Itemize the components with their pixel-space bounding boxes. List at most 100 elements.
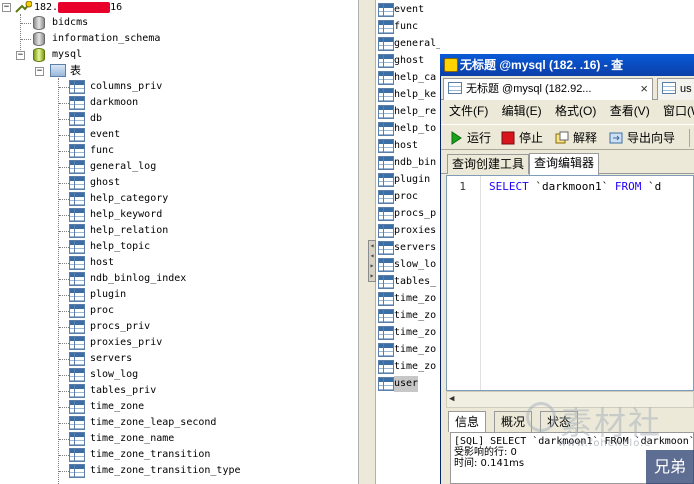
tree-table-item[interactable]: servers — [90, 351, 132, 367]
list-item[interactable]: general_log — [394, 36, 440, 52]
stop-button[interactable]: 停止 — [499, 125, 544, 149]
table-icon — [378, 20, 394, 34]
tree-db-mysql[interactable]: mysql — [52, 47, 82, 63]
tree-table-item[interactable]: columns_priv — [90, 79, 162, 95]
tree-table-item[interactable]: procs_priv — [90, 319, 150, 335]
list-item[interactable]: help_to — [394, 121, 436, 137]
tree-table-item[interactable]: time_zone_transition — [90, 447, 210, 463]
tree-table-item[interactable]: time_zone_name — [90, 431, 174, 447]
table-icon — [69, 384, 85, 398]
tab-query-editor[interactable]: 查询编辑器 — [529, 153, 600, 175]
connection-label[interactable]: 182. 16 — [34, 0, 122, 16]
tab-user[interactable]: us — [657, 78, 694, 100]
tree-table-item[interactable]: help_keyword — [90, 207, 162, 223]
list-item[interactable]: host — [394, 138, 418, 154]
list-item[interactable]: procs_p — [394, 206, 436, 222]
tree-guide-line — [59, 231, 69, 232]
list-item[interactable]: func — [394, 19, 418, 35]
tree-guide-line — [59, 151, 69, 152]
tree-table-item[interactable]: proxies_priv — [90, 335, 162, 351]
list-item[interactable]: tables_ — [394, 274, 436, 290]
sql-editor[interactable]: 1 SELECT `darkmoon1` FROM `d — [446, 175, 694, 391]
tree-guide-line — [59, 439, 69, 440]
message-line-affected: 受影响的行: 0 — [454, 447, 517, 458]
collapse-connection-icon[interactable]: − — [2, 3, 11, 12]
tree-table-item[interactable]: time_zone_leap_second — [90, 415, 216, 431]
editor-horizontal-scrollbar[interactable]: ◀ — [446, 391, 694, 408]
editor-mode-tabs: 查询创建工具 查询编辑器 — [441, 152, 694, 175]
list-item[interactable]: ghost — [394, 53, 424, 69]
menu-edit[interactable]: 编辑(E) — [502, 104, 542, 118]
table-icon — [378, 122, 394, 136]
tree-table-item[interactable]: host — [90, 255, 114, 271]
list-item[interactable]: help_re — [394, 104, 436, 120]
tree-table-item[interactable]: func — [90, 143, 114, 159]
table-icon — [69, 352, 85, 366]
menu-window[interactable]: 窗口(W) — [663, 104, 694, 118]
tree-table-item[interactable]: time_zone — [90, 399, 144, 415]
tree-table-item[interactable]: db — [90, 111, 102, 127]
menu-format[interactable]: 格式(O) — [555, 104, 596, 118]
tab-untitled-query[interactable]: 无标题 @mysql (182.92... × — [443, 78, 653, 100]
list-item[interactable]: slow_lo — [394, 257, 436, 273]
scroll-left-icon[interactable]: ◀ — [449, 394, 460, 405]
menu-view[interactable]: 查看(V) — [610, 104, 650, 118]
list-item[interactable]: time_zo — [394, 342, 436, 358]
list-item[interactable]: ndb_bin — [394, 155, 436, 171]
redacted-ip-block — [58, 1, 111, 13]
tab-query-builder[interactable]: 查询创建工具 — [447, 154, 530, 174]
stop-button-label: 停止 — [519, 131, 544, 145]
close-tab-icon[interactable]: × — [640, 79, 648, 99]
query-window-app-icon — [444, 58, 458, 72]
tree-table-item[interactable]: tables_priv — [90, 383, 156, 399]
tree-table-item[interactable]: event — [90, 127, 120, 143]
table-icon — [69, 448, 85, 462]
tree-guide-line — [59, 375, 69, 376]
tree-table-item[interactable]: help_category — [90, 191, 168, 207]
table-icon — [378, 377, 394, 391]
list-item[interactable]: servers — [394, 240, 436, 256]
list-item[interactable]: help_ca — [394, 70, 436, 86]
tree-table-item[interactable]: help_topic — [90, 239, 150, 255]
query-window-title[interactable]: 无标题 @mysql (182. .16) - 查 — [440, 54, 694, 76]
tree-table-item[interactable]: ghost — [90, 175, 120, 191]
tree-guide-line — [59, 327, 69, 328]
tab-status[interactable]: 状态 — [540, 411, 579, 432]
list-item[interactable]: time_zo — [394, 291, 436, 307]
database-icon — [33, 32, 45, 46]
list-item[interactable]: proxies — [394, 223, 436, 239]
list-item[interactable]: user — [394, 376, 419, 392]
collapse-mysql-icon[interactable]: − — [16, 51, 25, 60]
tree-table-item[interactable]: help_relation — [90, 223, 168, 239]
tree-table-item[interactable]: ndb_binlog_index — [90, 271, 186, 287]
list-item[interactable]: help_ke — [394, 87, 436, 103]
list-item[interactable]: time_zo — [394, 325, 436, 341]
explain-button[interactable]: 解释 — [553, 125, 597, 149]
list-item[interactable]: plugin — [394, 172, 430, 188]
list-item[interactable]: event — [394, 2, 424, 18]
tree-table-item[interactable]: time_zone_transition_type — [90, 463, 241, 479]
tree-table-item[interactable]: general_log — [90, 159, 156, 175]
tab-info[interactable]: 信息 — [448, 411, 487, 432]
table-icon — [69, 288, 85, 302]
export-wizard-button[interactable]: 导出向导 — [607, 125, 675, 149]
tree-table-item[interactable]: slow_log — [90, 367, 138, 383]
menu-file[interactable]: 文件(F) — [449, 104, 488, 118]
tree-guide-line — [59, 455, 69, 456]
table-icon — [69, 96, 85, 110]
tree-table-item[interactable]: darkmoon — [90, 95, 138, 111]
tree-db-information-schema[interactable]: information_schema — [52, 31, 160, 47]
tree-tables-folder[interactable]: 表 — [70, 63, 81, 79]
sql-code-line[interactable]: SELECT `darkmoon1` FROM `d — [489, 180, 661, 193]
collapse-tables-icon[interactable]: − — [35, 67, 44, 76]
list-item[interactable]: proc — [394, 189, 418, 205]
list-item[interactable]: time_zo — [394, 308, 436, 324]
splitter-grip-handle[interactable]: ◂ ◂ ▸ ▸ — [368, 240, 376, 282]
tree-table-item[interactable]: plugin — [90, 287, 126, 303]
table-icon — [69, 128, 85, 142]
tree-table-item[interactable]: proc — [90, 303, 114, 319]
tab-overview[interactable]: 概况 — [494, 411, 533, 432]
list-item[interactable]: time_zo — [394, 359, 436, 375]
run-button[interactable]: 运行 — [447, 125, 491, 149]
tree-db-bidcms[interactable]: bidcms — [52, 15, 88, 31]
